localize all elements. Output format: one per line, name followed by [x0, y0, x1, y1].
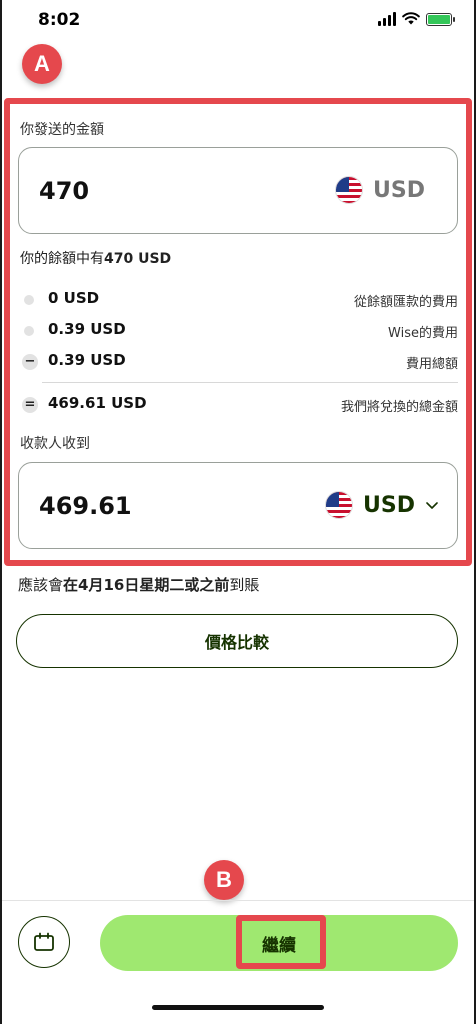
- receive-amount-field[interactable]: 469.61 USD: [18, 462, 458, 549]
- send-amount-label: 你發送的金額: [20, 122, 104, 138]
- arrival-estimate: 應該會在4月16日星期二或之前到賬: [18, 574, 259, 595]
- schedule-button[interactable]: [18, 916, 70, 968]
- receive-amount-value[interactable]: 469.61: [39, 492, 132, 520]
- bullet-dot-icon: [24, 295, 34, 305]
- chevron-down-icon: [426, 502, 438, 509]
- receive-currency-code: USD: [363, 492, 415, 518]
- fee-value: 0.39 USD: [48, 351, 126, 369]
- fee-divider: [42, 382, 458, 383]
- balance-note-amount: 470 USD: [104, 251, 172, 267]
- fee-description: 費用總額: [405, 357, 458, 372]
- us-flag-icon: [325, 491, 354, 519]
- fee-value: 0.39 USD: [48, 320, 126, 338]
- balance-note: 你的餘額中有470 USD: [20, 248, 171, 268]
- send-currency-code: USD: [373, 177, 425, 203]
- equals-icon: =: [22, 397, 38, 413]
- fee-row-convert: = 469.61 USD 我們將兌換的總金額: [18, 394, 458, 416]
- fee-row-total: − 0.39 USD 費用總額: [18, 351, 458, 373]
- arrival-date: 在4月16日星期二或之前: [63, 576, 230, 594]
- compare-price-button[interactable]: 價格比較: [16, 614, 458, 668]
- bullet-dot-icon: [24, 326, 34, 336]
- fee-value: 0 USD: [48, 289, 100, 307]
- send-amount-field[interactable]: 470 USD: [18, 147, 458, 234]
- annotation-marker-b: B: [204, 860, 244, 900]
- fee-description: Wise的費用: [388, 326, 458, 341]
- status-time: 8:02: [38, 10, 81, 30]
- send-amount-value[interactable]: 470: [39, 177, 89, 205]
- convert-description: 我們將兌換的總金額: [340, 400, 458, 415]
- balance-note-prefix: 你的餘額中有: [20, 251, 104, 267]
- calendar-icon: [34, 932, 54, 951]
- wifi-icon: [402, 12, 420, 25]
- minus-icon: −: [22, 354, 38, 370]
- status-icons: [378, 12, 455, 26]
- fee-row-wise: 0.39 USD Wise的費用: [18, 320, 458, 342]
- arrival-post: 到賬: [229, 576, 260, 594]
- app-screen: 8:02 A 你發送的金額 470 USD 你的餘額中有470 USD 0 US…: [2, 0, 474, 1024]
- annotation-marker-a: A: [22, 44, 62, 84]
- bottom-bar-divider: [2, 900, 474, 901]
- status-bar: 8:02: [2, 0, 474, 42]
- arrival-pre: 應該會: [18, 576, 64, 594]
- us-flag-icon: [335, 176, 364, 204]
- cellular-signal-icon: [378, 12, 396, 26]
- battery-icon: [426, 12, 455, 26]
- send-currency-selector[interactable]: USD: [335, 176, 425, 204]
- annotation-box-b: [236, 915, 326, 969]
- receive-amount-label: 收款人收到: [20, 436, 90, 452]
- receive-currency-selector[interactable]: USD: [325, 491, 439, 519]
- home-indicator: [152, 1005, 324, 1010]
- convert-value: 469.61 USD: [48, 394, 147, 412]
- fee-row-balance: 0 USD 從餘額匯款的費用: [18, 289, 458, 311]
- fee-description: 從餘額匯款的費用: [353, 295, 458, 310]
